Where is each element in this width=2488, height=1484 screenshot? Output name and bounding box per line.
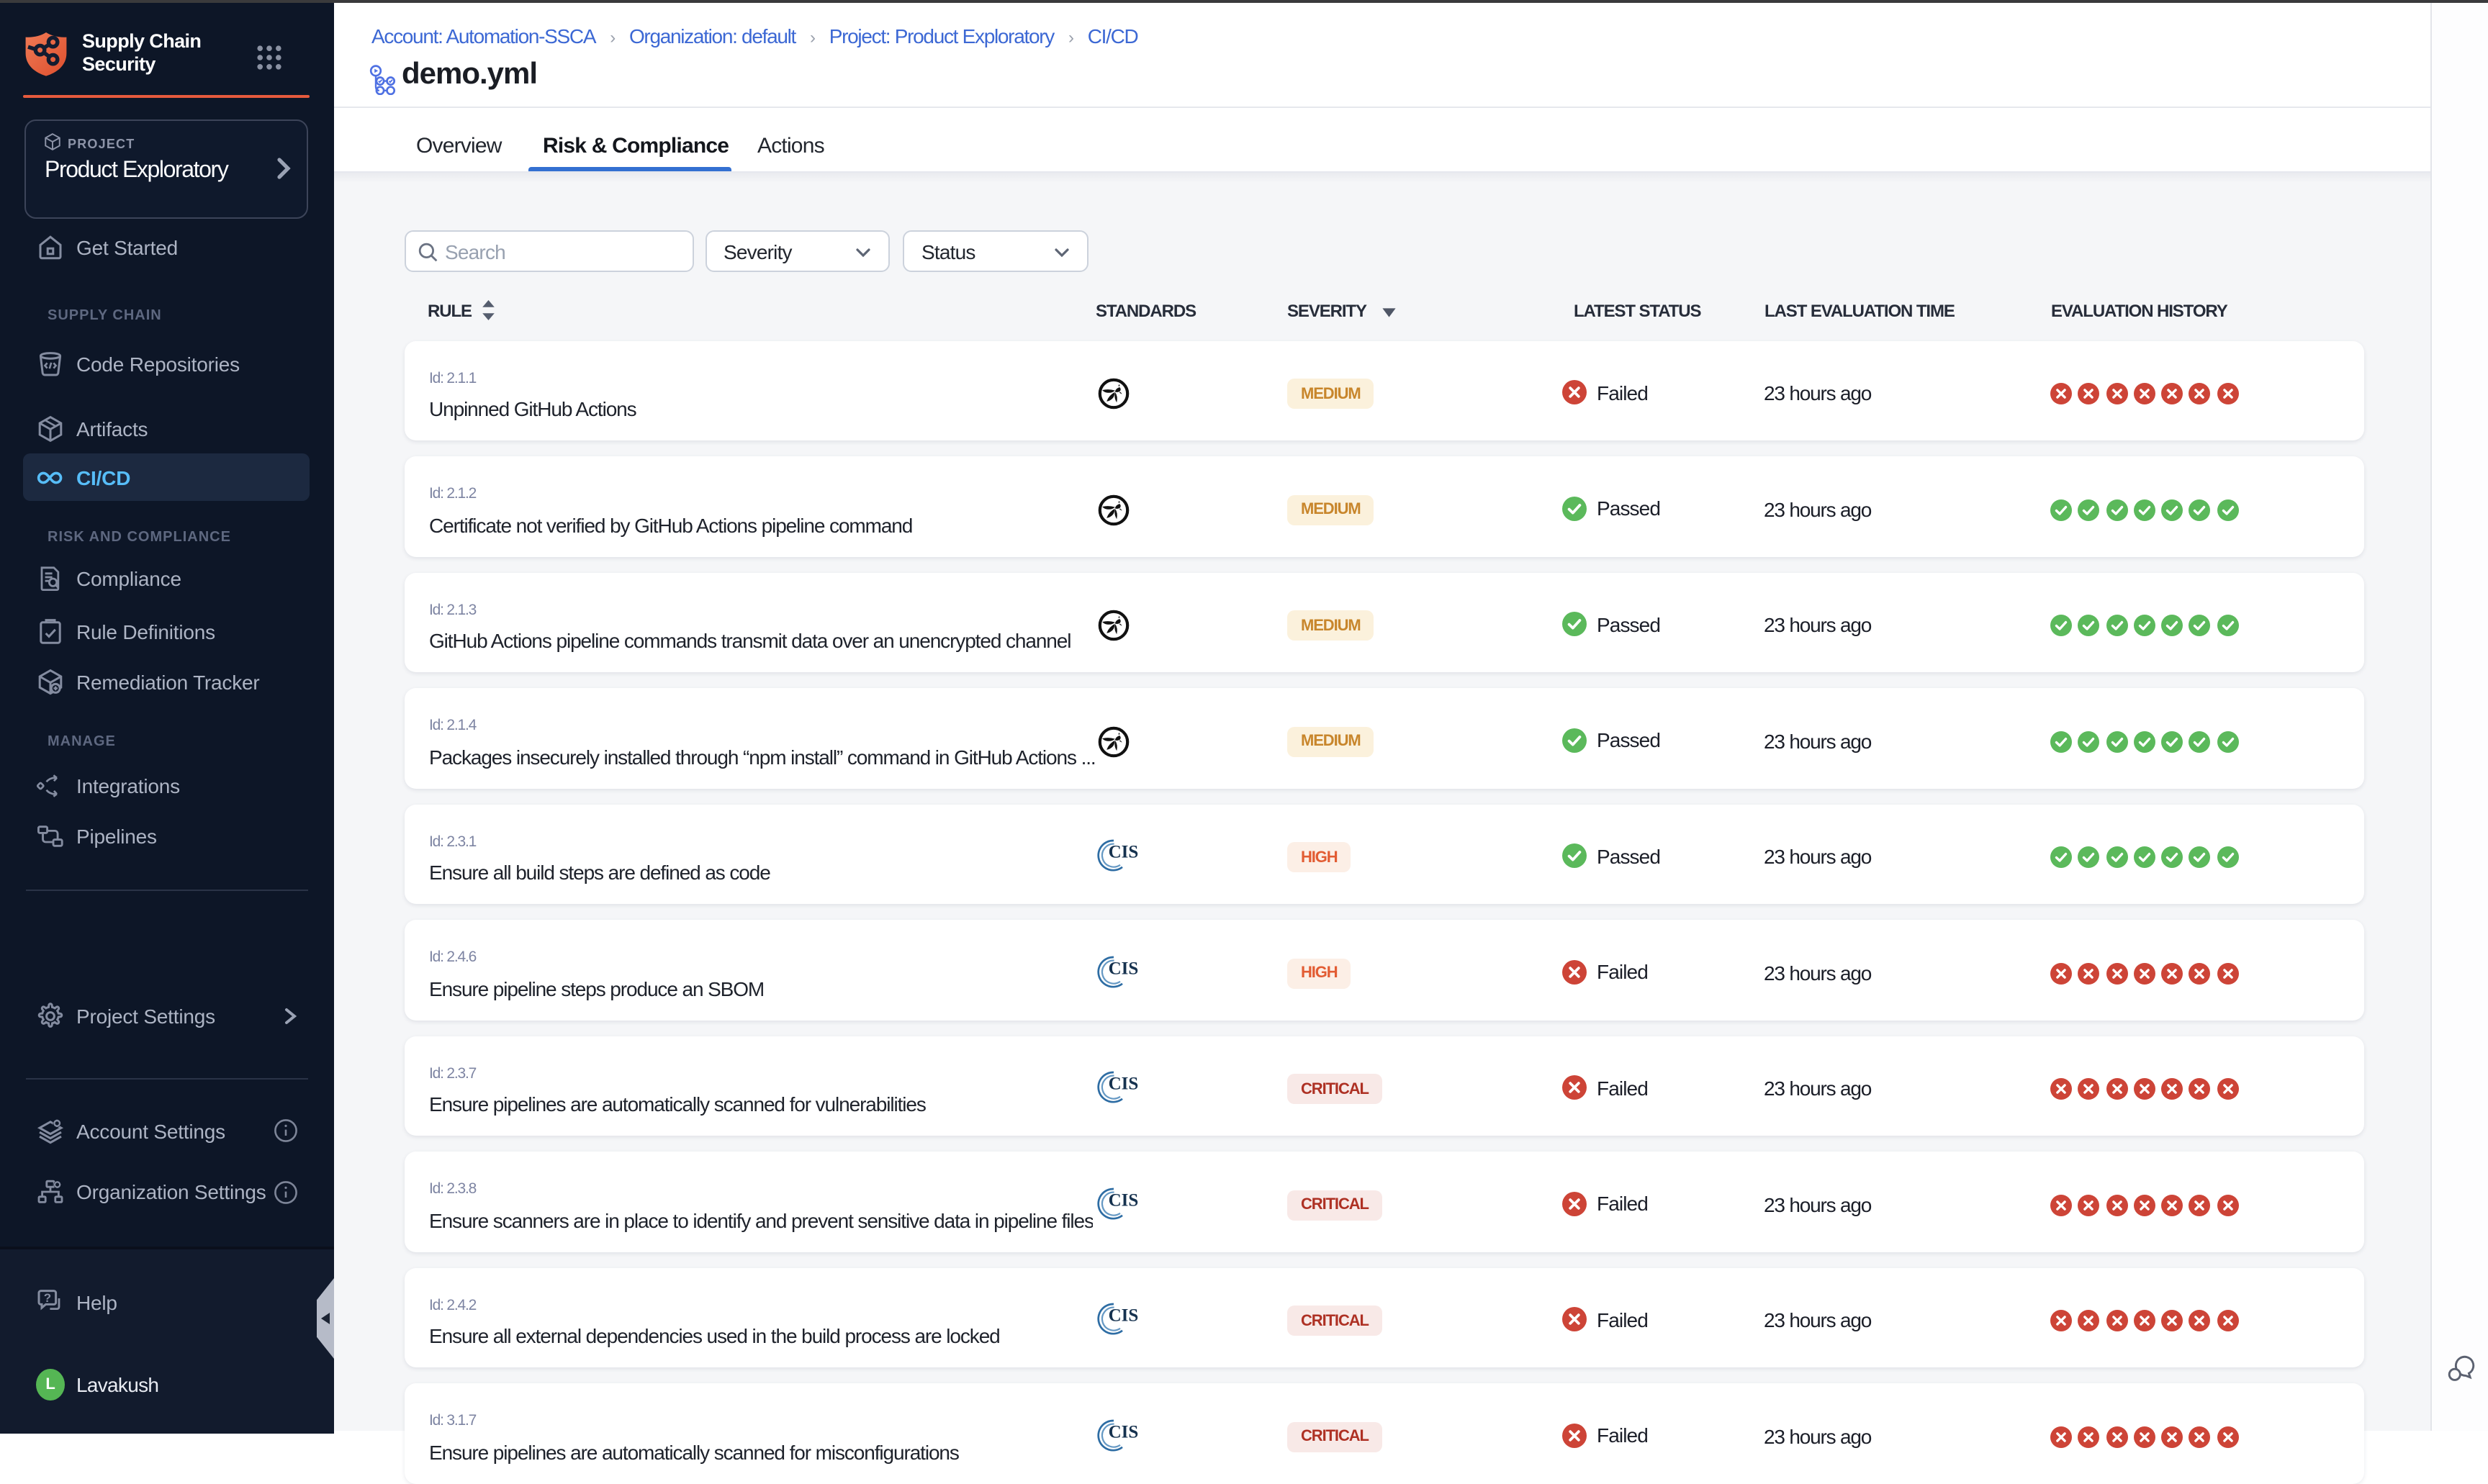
svg-text:CIS: CIS (1109, 843, 1139, 862)
svg-text:CIS: CIS (1109, 1074, 1139, 1094)
svg-text:CIS: CIS (1109, 1306, 1139, 1326)
svg-text:CIS: CIS (1109, 959, 1139, 978)
svg-text:CIS: CIS (1109, 1190, 1139, 1210)
svg-text:CIS: CIS (1109, 1422, 1139, 1442)
svg-text:?: ? (44, 1291, 51, 1305)
